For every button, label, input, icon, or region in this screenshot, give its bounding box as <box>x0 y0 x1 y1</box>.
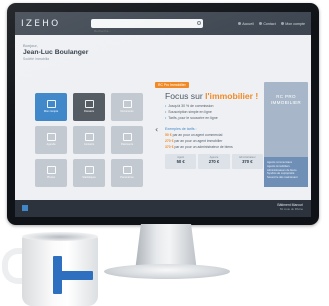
search-icon[interactable] <box>197 21 201 25</box>
tile-label: Paramètres <box>120 176 134 180</box>
card-icon <box>122 133 132 142</box>
tile-label: Contacts <box>83 143 95 147</box>
user-icon <box>46 100 56 109</box>
company-name: Société Immobilia <box>23 57 50 61</box>
tile-label: Mon compte <box>43 110 59 114</box>
tile-stats[interactable]: Statistiques <box>73 159 105 187</box>
promo-title-highlight: l'immobilier ! <box>205 91 259 101</box>
tile-label: Documents <box>120 110 134 114</box>
nav-link-contact[interactable]: Contact <box>258 22 276 26</box>
tile-label: Statistiques <box>82 176 96 180</box>
settings-icon <box>122 166 132 175</box>
promo-bullet: Tarifs, pour le souscrire en ligne <box>165 116 217 120</box>
tile-folders[interactable]: Dossiers <box>73 93 105 121</box>
tile-label: Agenda <box>46 143 56 147</box>
tile-grid: Mon compte Dossiers Documents Agenda Con… <box>35 93 144 187</box>
mug-rim <box>22 232 98 241</box>
tile-label: Dossiers <box>83 110 95 114</box>
promo-panel: RC Pro Immobilier Focus sur l'immobilier… <box>154 82 308 197</box>
tile-agenda[interactable]: Agenda <box>35 126 67 154</box>
tile-account[interactable]: Mon compte <box>35 93 67 121</box>
tile-settings[interactable]: Paramètres <box>111 159 143 187</box>
footer-bar: Bâtiment Marcuri 69 route du Rhône <box>15 200 311 217</box>
tile-documents[interactable]: Documents <box>111 93 143 121</box>
folder-icon <box>84 100 94 109</box>
promo-bullet: Souscription simple en ligne <box>165 110 218 114</box>
nav-link-home[interactable]: Accueil <box>237 22 254 26</box>
promo-title: Focus sur l'immobilier ! <box>165 91 259 101</box>
promo-card-title: RC PRO IMMOBILIER <box>270 94 302 105</box>
price-boxes: Agent 50 € Agence 270 € Administrateur 3… <box>165 154 263 169</box>
footer-address: Bâtiment Marcuri 69 route du Rhône <box>277 203 303 211</box>
contacts-icon <box>84 133 94 142</box>
promo-bullet: Jusqu'à 30 % de commission <box>165 104 218 108</box>
monitor-stand-neck <box>135 224 197 266</box>
tile-contacts[interactable]: Contacts <box>73 126 105 154</box>
monitor-stand-base <box>104 264 230 279</box>
top-bar: IZEHO Accueil Contact Mon compte <box>15 12 311 36</box>
promo-badge: RC Pro Immobilier <box>155 82 189 88</box>
price-box[interactable]: Agent 50 € <box>165 154 197 169</box>
camera-icon <box>46 166 56 175</box>
nav-link-account[interactable]: Mon compte <box>280 22 305 26</box>
examples-title: Exemples de tarifs : <box>165 127 197 131</box>
mug-logo-icon <box>53 256 93 294</box>
search-box[interactable] <box>91 19 203 36</box>
monitor: IZEHO Accueil Contact Mon compte Bonjour… <box>7 3 319 225</box>
top-nav: Accueil Contact Mon compte <box>237 22 305 26</box>
search-input[interactable] <box>91 26 203 36</box>
tile-label: Photos <box>46 176 56 180</box>
document-icon <box>122 100 132 109</box>
greeting: Bonjour, Jean-Luc Boulanger Société Immo… <box>23 43 88 61</box>
app-logo[interactable]: IZEHO <box>21 19 65 29</box>
chart-icon <box>84 166 94 175</box>
carousel-prev-arrow-icon[interactable]: ‹ <box>155 126 160 134</box>
tile-label: Paiements <box>120 143 134 147</box>
calendar-icon <box>46 133 56 142</box>
greeting-hello: Bonjour, <box>23 43 38 48</box>
screen: IZEHO Accueil Contact Mon compte Bonjour… <box>15 12 311 217</box>
promo-card[interactable]: RC PRO IMMOBILIER Agents commerciaux Age… <box>264 82 308 187</box>
price-box[interactable]: Administrateur 370 € <box>231 154 263 169</box>
user-icon <box>280 22 284 26</box>
example-line: 370 € par an pour un administrateur de b… <box>165 145 233 149</box>
home-icon <box>237 22 241 26</box>
promo-card-footer: Agents commerciaux Agents immobiliers Ad… <box>264 157 308 187</box>
tile-photos[interactable]: Photos <box>35 159 67 187</box>
tile-payments[interactable]: Paiements <box>111 126 143 154</box>
price-box[interactable]: Agence 270 € <box>198 154 230 169</box>
example-line: 270 € par an pour un agent immobilier <box>165 139 223 143</box>
footer-logo-icon[interactable] <box>22 205 28 211</box>
mail-icon <box>258 22 262 26</box>
example-line: 50 € par an pour un agent commercial <box>165 133 223 137</box>
promo-bullets: Jusqu'à 30 % de commission Souscription … <box>165 104 218 123</box>
user-name: Jean-Luc Boulanger <box>23 49 89 56</box>
